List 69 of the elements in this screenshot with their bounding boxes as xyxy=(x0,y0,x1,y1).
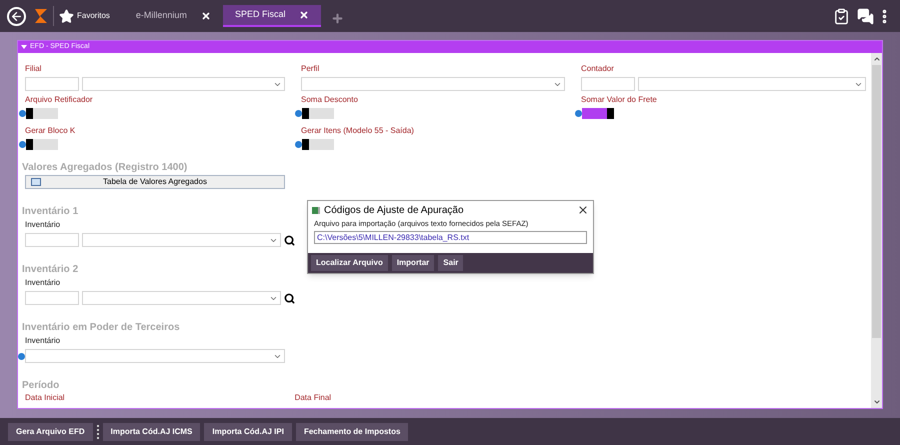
close-icon[interactable] xyxy=(299,10,310,20)
back-icon[interactable] xyxy=(7,6,26,26)
help-icon[interactable] xyxy=(19,141,26,148)
toggle-switch[interactable] xyxy=(26,139,58,150)
field-label: Filial xyxy=(25,64,42,74)
grip-icon xyxy=(96,425,99,439)
toolbar-button[interactable]: Gera Arquivo EFD xyxy=(8,423,93,441)
dialog-button[interactable]: Localizar Arquivo xyxy=(311,255,388,271)
toolbar-button[interactable]: Importa Cód.AJ IPI xyxy=(204,423,292,441)
code-field[interactable] xyxy=(581,77,635,91)
help-icon[interactable] xyxy=(295,110,302,117)
field-label: Somar Valor do Frete xyxy=(581,95,657,105)
table-icon xyxy=(31,178,41,186)
help-icon[interactable] xyxy=(18,352,25,360)
section-title: Inventário em Poder de Terceiros xyxy=(22,322,180,334)
select-field[interactable] xyxy=(638,77,866,91)
field-label: Soma Desconto xyxy=(301,95,358,105)
logo-icon[interactable] xyxy=(34,8,48,24)
field-label: Inventário xyxy=(25,336,60,346)
toolbar-button[interactable]: Importa Cód.AJ ICMS xyxy=(102,423,200,441)
scroll-down-icon[interactable] xyxy=(872,398,880,406)
favorites-button[interactable]: Favoritos xyxy=(59,8,110,24)
field-label: Inventário xyxy=(25,278,60,288)
caret-icon xyxy=(21,45,27,49)
select-field[interactable] xyxy=(301,77,565,91)
code-field[interactable] xyxy=(25,77,79,91)
star-icon xyxy=(59,8,74,24)
field-label: Perfil xyxy=(301,64,320,74)
section-title: Valores Agregados (Registro 1400) xyxy=(22,162,188,174)
help-icon[interactable] xyxy=(575,110,582,117)
toolbar-button[interactable]: Fechamento de Impostos xyxy=(296,423,408,441)
app-icon xyxy=(312,206,320,214)
select-field[interactable] xyxy=(82,233,281,247)
chat-icon[interactable] xyxy=(857,8,874,24)
field-label: Inventário xyxy=(25,220,60,230)
help-icon[interactable] xyxy=(295,141,302,148)
field-label: Data Inicial xyxy=(25,393,65,403)
add-tab-icon[interactable] xyxy=(331,12,344,24)
close-icon[interactable] xyxy=(200,11,211,21)
field-label: Gerar Itens (Modelo 55 - Saída) xyxy=(301,126,414,136)
select-field[interactable] xyxy=(82,77,285,91)
help-icon[interactable] xyxy=(19,110,26,117)
field-label: Data Final xyxy=(294,393,332,403)
field-label: Arquivo Retificador xyxy=(25,95,93,105)
code-field[interactable] xyxy=(25,233,79,247)
toggle-switch[interactable] xyxy=(582,108,614,119)
path-field[interactable]: C:\Versões\5\MILLEN-29833\tabela_RS.txt xyxy=(314,231,587,244)
dialog-button[interactable]: Sair xyxy=(438,255,464,271)
search-icon[interactable] xyxy=(284,234,295,246)
dialog-title: Códigos de Ajuste de Apuração xyxy=(324,204,465,218)
select-field[interactable] xyxy=(25,349,285,363)
toggle-switch[interactable] xyxy=(302,139,334,150)
scroll-up-icon[interactable] xyxy=(872,55,880,63)
tab[interactable]: SPED Fiscal xyxy=(222,5,322,27)
close-icon[interactable] xyxy=(577,204,589,216)
tab[interactable]: e-Millennium xyxy=(124,5,223,27)
field-label: Gerar Bloco K xyxy=(25,126,76,136)
section-title: Período xyxy=(22,380,60,392)
section-title: Inventário 2 xyxy=(22,264,78,276)
toggle-switch[interactable] xyxy=(302,108,334,119)
toggle-switch[interactable] xyxy=(26,108,58,119)
dialog-button[interactable]: Importar xyxy=(392,255,434,271)
table-button[interactable]: Tabela de Valores Agregados xyxy=(25,175,285,189)
code-field[interactable] xyxy=(25,291,79,305)
section-title: Inventário 1 xyxy=(22,206,78,218)
search-icon[interactable] xyxy=(284,292,295,304)
select-field[interactable] xyxy=(82,291,281,305)
clipboard-icon[interactable] xyxy=(833,8,850,24)
field-label: Contador xyxy=(581,64,614,74)
